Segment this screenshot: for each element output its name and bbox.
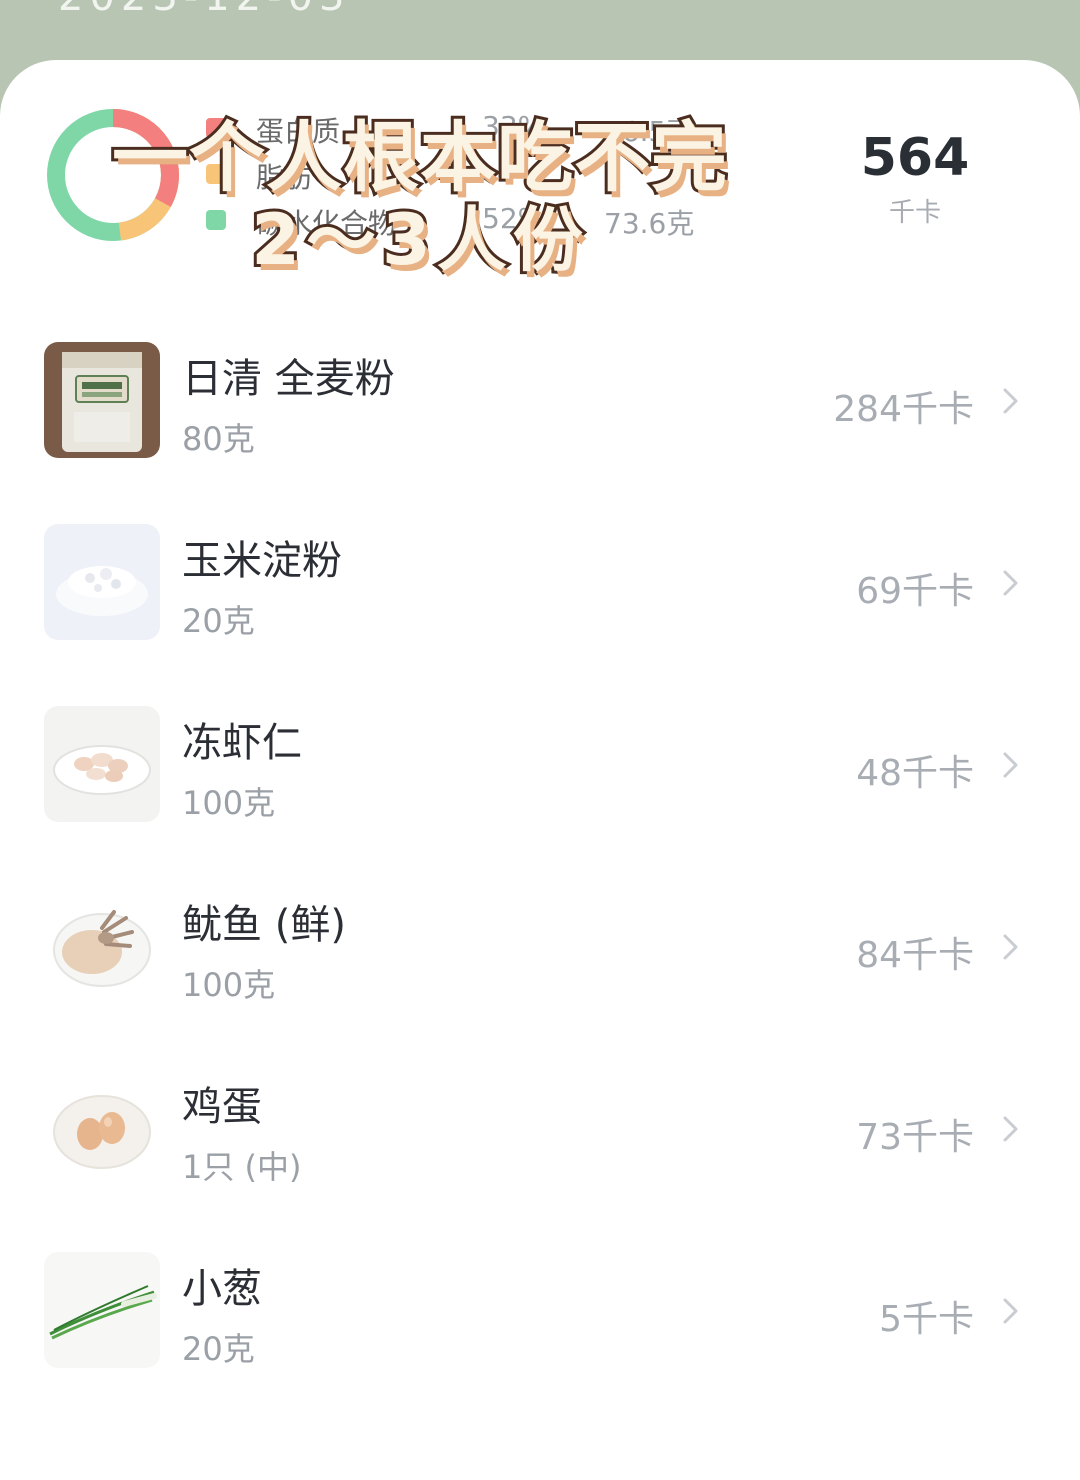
food-item[interactable]: 鱿鱼 (鲜) 100克 84千卡 <box>0 872 1080 1032</box>
eggs-plate-thumbnail <box>44 1070 160 1186</box>
legend-percent: 52% <box>482 202 545 235</box>
legend-amount: 73.6克 <box>604 207 695 240</box>
scallion-thumbnail <box>44 1252 160 1368</box>
legend-dot-icon <box>206 118 226 138</box>
legend-dot-icon <box>206 210 226 230</box>
total-calories: 564 <box>860 128 970 188</box>
legend-label: 碳水化合物 <box>256 207 397 240</box>
chevron-right-icon <box>1003 934 1018 960</box>
food-name: 鸡蛋 <box>182 1084 262 1130</box>
chevron-right-icon <box>1003 388 1018 414</box>
food-name: 小葱 <box>182 1266 262 1312</box>
food-quantity: 20克 <box>182 1330 255 1368</box>
squid-plate-thumbnail <box>44 888 160 1004</box>
shrimp-plate-thumbnail <box>44 706 160 822</box>
nutrition-donut-chart <box>47 109 179 241</box>
food-item[interactable]: 日清 全麦粉 80克 284千卡 <box>0 326 1080 486</box>
food-calories: 5千卡 <box>879 1299 974 1340</box>
food-calories: 73千卡 <box>856 1117 974 1158</box>
food-item[interactable]: 鸡蛋 1只 (中) 73千卡 <box>0 1054 1080 1214</box>
legend-label: 脂肪 <box>256 161 313 194</box>
legend-dot-icon <box>206 164 226 184</box>
food-item[interactable]: 小葱 20克 5千卡 <box>0 1236 1080 1396</box>
chevron-right-icon <box>1003 1116 1018 1142</box>
food-item[interactable]: 玉米淀粉 20克 69千卡 <box>0 508 1080 668</box>
food-calories: 48千卡 <box>856 753 974 794</box>
food-calories: 69千卡 <box>856 571 974 612</box>
food-name: 冻虾仁 <box>182 720 302 766</box>
legend-amount: 46.5克 <box>604 115 695 148</box>
food-quantity: 100克 <box>182 784 276 822</box>
food-calories: 84千卡 <box>856 935 974 976</box>
food-quantity: 1只 (中) <box>182 1148 302 1186</box>
chevron-right-icon <box>1003 1298 1018 1324</box>
chevron-right-icon <box>1003 570 1018 596</box>
food-quantity: 20克 <box>182 602 255 640</box>
food-quantity: 80克 <box>182 420 255 458</box>
food-calories: 284千卡 <box>833 389 974 430</box>
legend-label: 蛋白质 <box>256 115 341 148</box>
total-calories-unit: 千卡 <box>888 198 941 228</box>
food-name: 鱿鱼 (鲜) <box>182 902 346 948</box>
food-quantity: 100克 <box>182 966 276 1004</box>
food-name: 玉米淀粉 <box>182 538 342 584</box>
starch-pile-thumbnail <box>44 524 160 640</box>
log-date: 2023-12-03 <box>58 0 350 20</box>
food-item[interactable]: 冻虾仁 100克 48千卡 <box>0 690 1080 850</box>
chevron-right-icon <box>1003 752 1018 778</box>
legend-percent: 33% <box>482 110 545 143</box>
food-name: 日清 全麦粉 <box>182 356 395 402</box>
flour-bag-thumbnail <box>44 342 160 458</box>
